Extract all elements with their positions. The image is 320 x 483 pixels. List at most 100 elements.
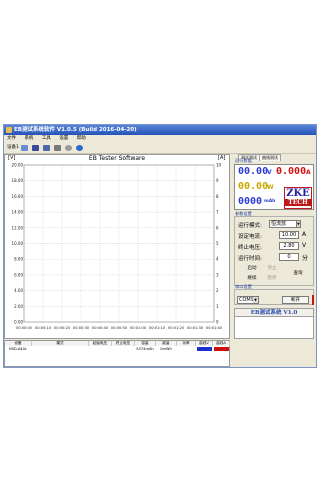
- x-tick-label: 00:01:20: [168, 326, 185, 330]
- cutoff-voltage-field[interactable]: 2.80: [279, 242, 299, 250]
- menu-bar: 文件 系统 工具 设置 帮助: [4, 135, 316, 143]
- col-capacity: 容量: [135, 341, 156, 346]
- y-left-tick-label: 16.00: [12, 194, 24, 199]
- chevron-down-icon[interactable]: ▼: [253, 297, 258, 303]
- voltage-readout: 00.00: [238, 166, 269, 177]
- zketech-logo: ZKE TECH: [284, 187, 312, 209]
- readout-panel: 00.00 V 0.000 A 00.00 W 0000 mAh ZKE TEC…: [234, 164, 314, 210]
- power-readout: 00.00: [238, 181, 269, 192]
- capacity-unit: mAh: [264, 199, 276, 204]
- y-left-tick-label: 20.00: [12, 163, 24, 168]
- disconnect-button[interactable]: 断开: [282, 296, 309, 304]
- y-right-tick-label: 4: [216, 257, 219, 262]
- y-right-tick-label: 5: [216, 241, 219, 246]
- version-banner: EB测试系统 V1.0: [234, 308, 314, 317]
- col-device: 设备: [5, 341, 32, 346]
- power-unit: W: [267, 184, 274, 191]
- set-current-label: 设定电流:: [238, 234, 262, 240]
- y-right-tick-label: 6: [216, 225, 219, 230]
- run-time-label: 运行时间:: [238, 256, 262, 262]
- y-right-tick-label: 8: [216, 194, 219, 199]
- col-energy: 能量: [156, 341, 177, 346]
- y-left-tick-label: 12.00: [12, 225, 24, 230]
- com-port-value: COM9: [239, 297, 254, 303]
- window-title: EB测试系统软件 V1.0.5 (Build 2016-04-20): [14, 127, 137, 133]
- menu-settings[interactable]: 设置: [59, 136, 68, 141]
- cell-capacity: 5574mAh: [136, 347, 154, 351]
- zoom-icon[interactable]: [65, 145, 72, 151]
- y-left-tick-label: 8.00: [14, 257, 23, 262]
- cell-device: EBD-A40L: [9, 347, 27, 351]
- query-button[interactable]: 查询: [287, 270, 309, 277]
- y-right-tick-label: 0: [216, 320, 219, 325]
- title-bar: EB测试系统软件 V1.0.5 (Build 2016-04-20): [4, 125, 316, 135]
- tools-icon[interactable]: [54, 145, 61, 151]
- save-icon[interactable]: [32, 145, 39, 151]
- cell-energy: 0mWh: [160, 347, 172, 351]
- set-current-unit: A: [302, 231, 307, 238]
- y-right-tick-label: 2: [216, 288, 219, 293]
- mode-select[interactable]: 恒流放: [269, 220, 299, 228]
- x-tick-label: 00:00:40: [92, 326, 109, 330]
- run-time-unit: 分: [302, 255, 309, 262]
- toolbar: 设备1: [4, 143, 316, 154]
- col-start-voltage: 起始电压: [89, 341, 112, 346]
- results-table: 设备 模式 起始电压 终止电压 容量 能量 功率 曲线V 曲线A EBD-A40…: [4, 340, 230, 367]
- export-icon[interactable]: [43, 145, 50, 151]
- col-curve-a: 曲线A: [213, 341, 230, 346]
- menu-system[interactable]: 系统: [24, 136, 33, 141]
- cutoff-voltage-unit: V: [302, 242, 307, 249]
- version-panel: [234, 317, 314, 339]
- menu-tools[interactable]: 工具: [42, 136, 51, 141]
- y-left-tick-label: 6.00: [14, 272, 23, 277]
- params-panel: 运行模式: 恒流放 ▼ 设定电流: 10.00 A 终止电压: 2.80 V 运…: [234, 216, 314, 286]
- curve-a-swatch[interactable]: [214, 347, 229, 351]
- y-right-tick-label: 9: [216, 178, 219, 183]
- y-right-tick-label: 3: [216, 272, 219, 277]
- mode-dropdown-arrow-icon[interactable]: ▼: [296, 220, 301, 228]
- stop-button[interactable]: 停止: [263, 265, 281, 272]
- chart-svg: 0.00 02.00 14.00 26.00 38.00 410.00 512.00 614.…: [12, 163, 223, 331]
- y-left-tick-label: 2.00: [14, 304, 23, 309]
- menu-help[interactable]: 帮助: [77, 136, 86, 141]
- y-right-tick-label: 1: [216, 304, 219, 309]
- y-left-tick-label: 18.00: [12, 178, 24, 183]
- menu-file[interactable]: 文件: [7, 136, 16, 141]
- tab-curve[interactable]: 曲线测试: [259, 154, 281, 161]
- col-end-voltage: 终止电压: [112, 341, 135, 346]
- y-left-tick-label: 0.00: [14, 320, 23, 325]
- x-tick-label: 00:00:20: [54, 326, 71, 330]
- start-button[interactable]: 启动: [243, 265, 261, 272]
- continue-button[interactable]: 继续: [243, 275, 261, 282]
- x-tick-label: 00:01:00: [130, 326, 147, 330]
- current-readout: 0.000: [276, 166, 307, 177]
- current-unit: A: [306, 169, 311, 176]
- pause-button[interactable]: 暂停: [263, 275, 281, 282]
- info-icon[interactable]: [76, 145, 83, 151]
- cutoff-voltage-label: 终止电压:: [238, 245, 262, 251]
- col-power: 功率: [177, 341, 196, 346]
- x-tick-label: 00:00:30: [73, 326, 90, 330]
- capacity-readout: 0000: [238, 196, 263, 207]
- y-left-tick-label: 4.00: [14, 288, 23, 293]
- x-tick-label: 00:00:10: [35, 326, 52, 330]
- x-tick-label: 00:00:00: [16, 326, 33, 330]
- set-current-field[interactable]: 10.00: [279, 231, 299, 239]
- curve-v-swatch[interactable]: [197, 347, 212, 351]
- voltage-unit: V: [267, 169, 272, 176]
- app-icon: [6, 127, 12, 133]
- y-right-tick-label: 7: [216, 210, 219, 215]
- status-indicator: [312, 295, 314, 305]
- x-tick-label: 00:01:40: [206, 326, 223, 330]
- y-right-tick-label: 10: [216, 163, 222, 168]
- connect-icon[interactable]: [21, 145, 28, 151]
- mode-label: 运行模式:: [238, 223, 262, 229]
- right-panel: 测试测试 曲线测试 运行数据 00.00 V 0.000 A 00.00 W 0…: [232, 154, 316, 339]
- run-time-field[interactable]: 0: [279, 253, 299, 261]
- y-left-tick-label: 10.00: [12, 241, 24, 246]
- x-tick-label: 00:00:50: [111, 326, 128, 330]
- col-mode: 模式: [32, 341, 89, 346]
- app-window: EB测试系统软件 V1.0.5 (Build 2016-04-20) 文件 系统…: [3, 124, 317, 368]
- col-curve-v: 曲线V: [196, 341, 213, 346]
- com-port-select[interactable]: COM9 ▼: [237, 296, 259, 304]
